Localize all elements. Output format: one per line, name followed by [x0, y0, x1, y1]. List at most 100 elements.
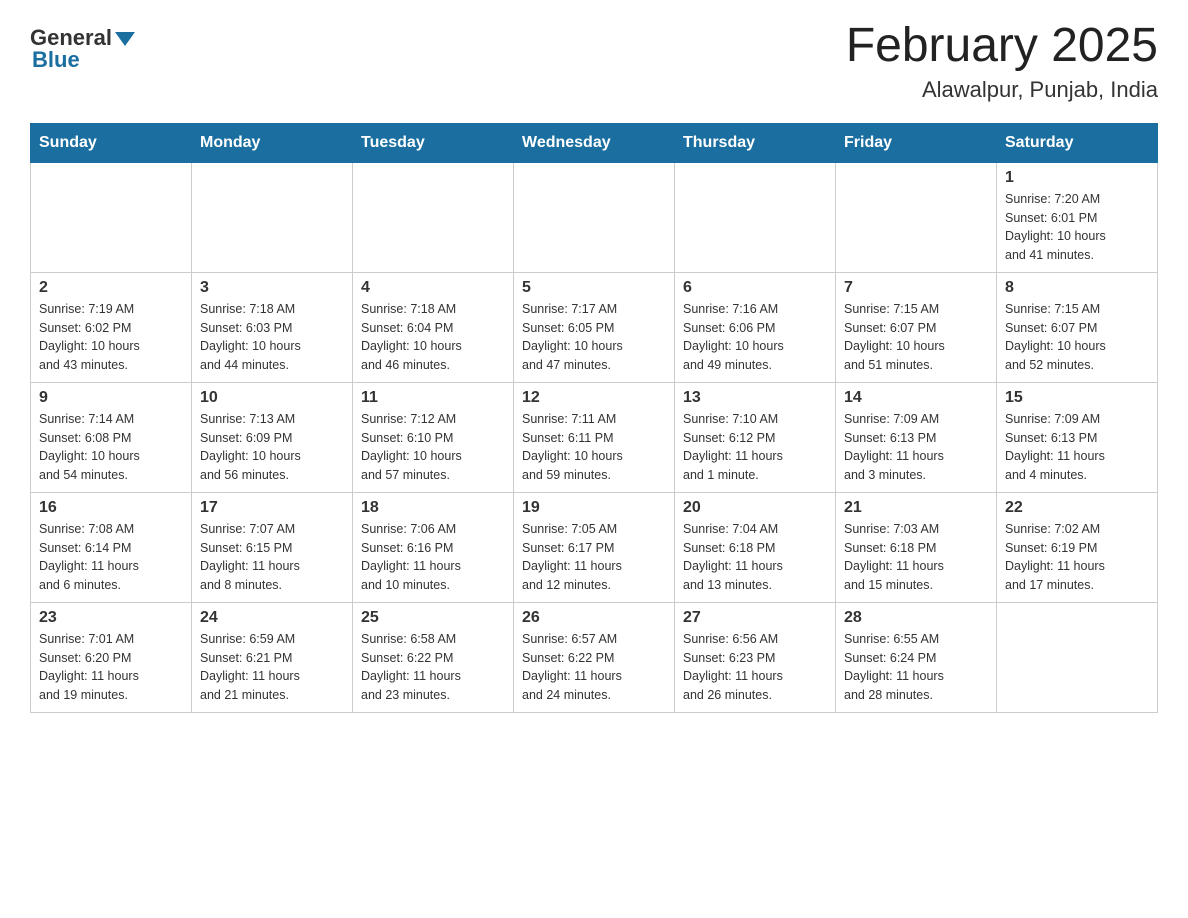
- day-info: Sunrise: 7:10 AM Sunset: 6:12 PM Dayligh…: [683, 410, 827, 485]
- day-info: Sunrise: 6:59 AM Sunset: 6:21 PM Dayligh…: [200, 630, 344, 705]
- calendar-day-cell: 4 Sunrise: 7:18 AM Sunset: 6:04 PM Daylig…: [353, 272, 514, 382]
- calendar-title: February 2025: [846, 20, 1158, 73]
- day-number: 4: [361, 279, 505, 297]
- day-number: 19: [522, 499, 666, 517]
- day-number: 3: [200, 279, 344, 297]
- calendar-subtitle: Alawalpur, Punjab, India: [846, 77, 1158, 103]
- day-number: 28: [844, 609, 988, 627]
- day-number: 14: [844, 389, 988, 407]
- calendar-day-header: Tuesday: [353, 123, 514, 162]
- calendar-week-row: 9Sunrise: 7:14 AM Sunset: 6:08 PM Daylig…: [31, 382, 1158, 492]
- calendar-day-cell: 5 Sunrise: 7:17 AM Sunset: 6:05 PM Daylig…: [514, 272, 675, 382]
- day-info: Sunrise: 7:02 AM Sunset: 6:19 PM Dayligh…: [1005, 520, 1149, 595]
- day-number: 23: [39, 609, 183, 627]
- day-info: Sunrise: 7:15 AM Sunset: 6:07 PM Dayligh…: [844, 300, 988, 375]
- calendar-day-cell: 23 Sunrise: 7:01 AM Sunset: 6:20 PM Dayli…: [31, 602, 192, 712]
- calendar-week-row: 16Sunrise: 7:08 AM Sunset: 6:14 PM Dayli…: [31, 492, 1158, 602]
- calendar-day-cell: 13 Sunrise: 7:10 AM Sunset: 6:12 PM Dayli…: [675, 382, 836, 492]
- calendar-day-cell: [192, 162, 353, 272]
- day-number: 6: [683, 279, 827, 297]
- calendar-day-cell: 20 Sunrise: 7:04 AM Sunset: 6:18 PM Dayli…: [675, 492, 836, 602]
- day-info: Sunrise: 7:17 AM Sunset: 6:05 PM Dayligh…: [522, 300, 666, 375]
- calendar-day-header: Wednesday: [514, 123, 675, 162]
- day-info: Sunrise: 7:20 AM Sunset: 6:01 PM Dayligh…: [1005, 190, 1149, 265]
- page-header: General Blue February 2025 Alawalpur, Pu…: [30, 20, 1158, 103]
- day-number: 12: [522, 389, 666, 407]
- calendar-day-header: Sunday: [31, 123, 192, 162]
- day-info: Sunrise: 7:07 AM Sunset: 6:15 PM Dayligh…: [200, 520, 344, 595]
- calendar-day-cell: 3 Sunrise: 7:18 AM Sunset: 6:03 PM Daylig…: [192, 272, 353, 382]
- calendar-day-cell: 24 Sunrise: 6:59 AM Sunset: 6:21 PM Dayli…: [192, 602, 353, 712]
- calendar-header-row: SundayMondayTuesdayWednesdayThursdayFrid…: [31, 123, 1158, 162]
- calendar-day-cell: 17 Sunrise: 7:07 AM Sunset: 6:15 PM Dayli…: [192, 492, 353, 602]
- day-info: Sunrise: 7:05 AM Sunset: 6:17 PM Dayligh…: [522, 520, 666, 595]
- calendar-day-header: Thursday: [675, 123, 836, 162]
- day-number: 5: [522, 279, 666, 297]
- day-number: 26: [522, 609, 666, 627]
- calendar-day-cell: 26 Sunrise: 6:57 AM Sunset: 6:22 PM Dayli…: [514, 602, 675, 712]
- day-info: Sunrise: 7:01 AM Sunset: 6:20 PM Dayligh…: [39, 630, 183, 705]
- calendar-day-cell: 8Sunrise: 7:15 AM Sunset: 6:07 PM Daylig…: [997, 272, 1158, 382]
- calendar-day-cell: [836, 162, 997, 272]
- day-number: 21: [844, 499, 988, 517]
- calendar-table: SundayMondayTuesdayWednesdayThursdayFrid…: [30, 123, 1158, 713]
- day-number: 22: [1005, 499, 1149, 517]
- calendar-day-cell: [353, 162, 514, 272]
- day-info: Sunrise: 7:08 AM Sunset: 6:14 PM Dayligh…: [39, 520, 183, 595]
- calendar-day-cell: 27 Sunrise: 6:56 AM Sunset: 6:23 PM Dayli…: [675, 602, 836, 712]
- day-info: Sunrise: 7:19 AM Sunset: 6:02 PM Dayligh…: [39, 300, 183, 375]
- calendar-day-cell: 12Sunrise: 7:11 AM Sunset: 6:11 PM Dayli…: [514, 382, 675, 492]
- calendar-day-cell: 2 Sunrise: 7:19 AM Sunset: 6:02 PM Daylig…: [31, 272, 192, 382]
- calendar-day-cell: 7 Sunrise: 7:15 AM Sunset: 6:07 PM Daylig…: [836, 272, 997, 382]
- day-number: 17: [200, 499, 344, 517]
- calendar-day-cell: [675, 162, 836, 272]
- logo-blue-text: Blue: [30, 47, 80, 73]
- day-number: 10: [200, 389, 344, 407]
- day-info: Sunrise: 6:56 AM Sunset: 6:23 PM Dayligh…: [683, 630, 827, 705]
- day-number: 9: [39, 389, 183, 407]
- day-info: Sunrise: 6:55 AM Sunset: 6:24 PM Dayligh…: [844, 630, 988, 705]
- day-info: Sunrise: 7:16 AM Sunset: 6:06 PM Dayligh…: [683, 300, 827, 375]
- calendar-day-cell: 22 Sunrise: 7:02 AM Sunset: 6:19 PM Dayli…: [997, 492, 1158, 602]
- day-info: Sunrise: 7:18 AM Sunset: 6:03 PM Dayligh…: [200, 300, 344, 375]
- calendar-day-header: Saturday: [997, 123, 1158, 162]
- day-number: 24: [200, 609, 344, 627]
- day-info: Sunrise: 7:18 AM Sunset: 6:04 PM Dayligh…: [361, 300, 505, 375]
- calendar-day-cell: 9Sunrise: 7:14 AM Sunset: 6:08 PM Daylig…: [31, 382, 192, 492]
- title-block: February 2025 Alawalpur, Punjab, India: [846, 20, 1158, 103]
- day-info: Sunrise: 7:09 AM Sunset: 6:13 PM Dayligh…: [844, 410, 988, 485]
- calendar-day-cell: [514, 162, 675, 272]
- day-number: 2: [39, 279, 183, 297]
- logo-arrow-icon: [115, 32, 135, 46]
- day-info: Sunrise: 6:57 AM Sunset: 6:22 PM Dayligh…: [522, 630, 666, 705]
- day-number: 1: [1005, 169, 1149, 187]
- calendar-day-cell: 28 Sunrise: 6:55 AM Sunset: 6:24 PM Dayli…: [836, 602, 997, 712]
- calendar-day-cell: 1 Sunrise: 7:20 AM Sunset: 6:01 PM Daylig…: [997, 162, 1158, 272]
- day-info: Sunrise: 7:04 AM Sunset: 6:18 PM Dayligh…: [683, 520, 827, 595]
- day-number: 7: [844, 279, 988, 297]
- day-info: Sunrise: 7:13 AM Sunset: 6:09 PM Dayligh…: [200, 410, 344, 485]
- calendar-day-cell: 14 Sunrise: 7:09 AM Sunset: 6:13 PM Dayli…: [836, 382, 997, 492]
- day-number: 27: [683, 609, 827, 627]
- day-info: Sunrise: 7:09 AM Sunset: 6:13 PM Dayligh…: [1005, 410, 1149, 485]
- day-info: Sunrise: 7:06 AM Sunset: 6:16 PM Dayligh…: [361, 520, 505, 595]
- calendar-week-row: 2 Sunrise: 7:19 AM Sunset: 6:02 PM Daylig…: [31, 272, 1158, 382]
- calendar-day-cell: 18 Sunrise: 7:06 AM Sunset: 6:16 PM Dayli…: [353, 492, 514, 602]
- day-number: 20: [683, 499, 827, 517]
- calendar-day-cell: 11Sunrise: 7:12 AM Sunset: 6:10 PM Dayli…: [353, 382, 514, 492]
- day-number: 15: [1005, 389, 1149, 407]
- calendar-day-cell: 6 Sunrise: 7:16 AM Sunset: 6:06 PM Daylig…: [675, 272, 836, 382]
- day-info: Sunrise: 6:58 AM Sunset: 6:22 PM Dayligh…: [361, 630, 505, 705]
- day-number: 11: [361, 389, 505, 407]
- calendar-day-cell: 16Sunrise: 7:08 AM Sunset: 6:14 PM Dayli…: [31, 492, 192, 602]
- calendar-week-row: 1 Sunrise: 7:20 AM Sunset: 6:01 PM Daylig…: [31, 162, 1158, 272]
- calendar-day-cell: 21Sunrise: 7:03 AM Sunset: 6:18 PM Dayli…: [836, 492, 997, 602]
- calendar-day-cell: [31, 162, 192, 272]
- day-number: 18: [361, 499, 505, 517]
- day-number: 13: [683, 389, 827, 407]
- calendar-day-cell: [997, 602, 1158, 712]
- logo: General Blue: [30, 20, 135, 73]
- day-number: 25: [361, 609, 505, 627]
- calendar-day-cell: 15 Sunrise: 7:09 AM Sunset: 6:13 PM Dayli…: [997, 382, 1158, 492]
- calendar-day-cell: 19 Sunrise: 7:05 AM Sunset: 6:17 PM Dayli…: [514, 492, 675, 602]
